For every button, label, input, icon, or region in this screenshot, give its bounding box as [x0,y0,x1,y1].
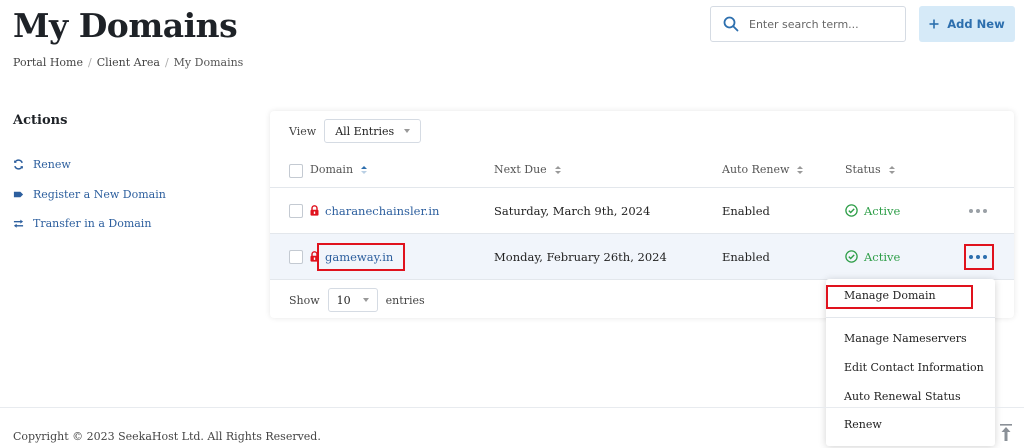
sidebar-item-transfer[interactable]: Transfer in a Domain [13,209,166,239]
page-title: My Domains [13,6,238,45]
sort-icon [361,165,368,174]
column-next-due[interactable]: Next Due [494,163,561,176]
view-select-value: All Entries [335,124,395,138]
plus-icon [929,19,939,29]
copyright-text: Copyright © 2023 SeekaHost Ltd. All Righ… [13,430,321,443]
column-auto-renew[interactable]: Auto Renew [722,163,804,176]
more-options-icon[interactable] [969,208,987,213]
column-label: Auto Renew [722,163,790,176]
view-filter: View All Entries [289,119,422,143]
status-text: Active [864,249,901,264]
breadcrumb-separator: / [164,56,169,69]
actions-list: Renew Register a New Domain Transfer in … [13,150,166,239]
add-new-label: Add New [947,17,1005,31]
page-size-select[interactable]: 10 [327,288,378,312]
search-input[interactable] [749,17,879,31]
next-due: Monday, February 26th, 2024 [494,249,667,264]
lock-icon [310,205,319,216]
menu-item-edit-contact[interactable]: Edit Contact Information [844,361,984,374]
menu-item-auto-renewal-status[interactable]: Auto Renewal Status [844,390,961,403]
column-label: Status [845,163,881,176]
menu-item-renew[interactable]: Renew [844,418,882,431]
column-status[interactable]: Status [845,163,895,176]
next-due: Saturday, March 9th, 2024 [494,203,651,218]
show-label: Show [289,293,320,307]
exchange-icon [13,219,24,229]
auto-renew: Enabled [722,249,770,264]
sidebar-item-label: Transfer in a Domain [33,217,152,231]
back-to-top-icon[interactable] [998,424,1014,442]
actions-title: Actions [13,113,68,128]
breadcrumb-portal-home[interactable]: Portal Home [13,56,83,69]
table-row[interactable]: charanechainsler.in Saturday, March 9th,… [270,188,1014,234]
column-label: Next Due [494,163,547,176]
auto-renew: Enabled [722,203,770,218]
breadcrumb-client-area[interactable]: Client Area [97,56,160,69]
search-box[interactable] [710,6,906,42]
view-select[interactable]: All Entries [324,119,422,143]
breadcrumb-separator: / [88,56,92,69]
check-circle-icon [845,204,858,217]
highlight-box-domain [317,243,405,271]
menu-divider [826,317,995,318]
add-new-button[interactable]: Add New [919,6,1015,42]
sort-icon [888,165,895,174]
domain-link[interactable]: charanechainsler.in [325,204,439,218]
menu-item-manage-nameservers[interactable]: Manage Nameservers [844,332,967,345]
page-size-control: Show 10 entries [289,288,425,312]
table-header: Domain Next Due Auto Renew Status [270,155,1014,188]
page-size-value: 10 [336,293,351,307]
view-label: View [289,124,317,138]
select-all-checkbox[interactable] [289,164,303,178]
column-label: Domain [310,163,354,176]
tag-icon [13,191,24,197]
sidebar-item-label: Renew [33,158,71,172]
status-badge: Active [845,204,900,218]
sidebar-item-label: Register a New Domain [33,187,166,201]
column-domain[interactable]: Domain [310,163,368,176]
entries-label: entries [385,293,425,307]
check-circle-icon [845,250,858,263]
sort-icon [797,165,804,174]
footer-divider [0,407,1024,408]
breadcrumb: Portal Home / Client Area / My Domains [13,56,243,69]
caret-down-icon [362,298,369,302]
sidebar-item-renew[interactable]: Renew [13,150,166,180]
sidebar-item-register[interactable]: Register a New Domain [13,180,166,210]
status-badge: Active [845,250,900,264]
highlight-box-manage-domain [826,285,973,309]
search-icon [723,16,739,32]
sync-icon [14,159,23,170]
sort-icon [554,165,561,174]
highlight-box-more-options [964,244,994,270]
breadcrumb-current: My Domains [173,56,244,69]
caret-down-icon [404,129,411,133]
row-checkbox[interactable] [289,249,303,264]
status-text: Active [864,203,901,218]
row-checkbox[interactable] [289,203,303,218]
